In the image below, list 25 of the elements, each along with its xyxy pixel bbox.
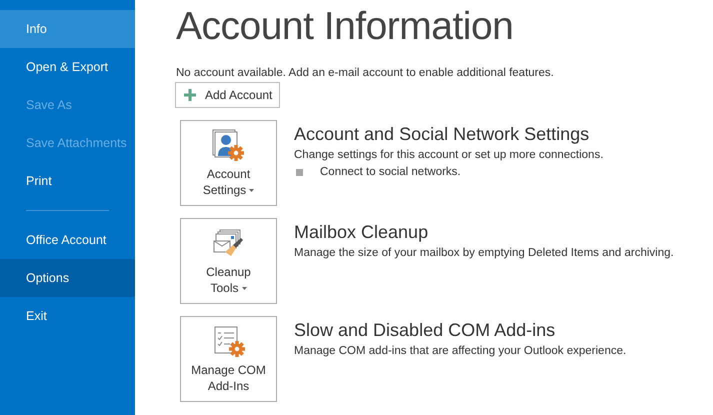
section-description: Manage COM add-ins that are affecting your Outlook experience. xyxy=(294,345,626,357)
sidebar-item[interactable]: Info xyxy=(0,10,135,48)
info-text: No account available. Add an e-mail account to enable additional features. xyxy=(176,67,555,79)
sidebar-item[interactable]: Options xyxy=(0,259,135,297)
page-title: Account Information xyxy=(176,4,514,50)
manage-com-add-ins-button[interactable]: Manage COM Add-Ins xyxy=(180,316,277,402)
sidebar-item[interactable]: Print xyxy=(0,162,135,200)
caret-icon xyxy=(242,287,246,290)
plus-icon xyxy=(184,89,196,101)
section-description: Change settings for this account or set up more connections. xyxy=(294,149,604,161)
section-heading: Account and Social Network Settings xyxy=(294,123,590,146)
section-description: Manage the size of your mailbox by emptying Deleted Items and archiving. xyxy=(294,247,674,259)
cleanup-tools-button[interactable]: Cleanup Tools xyxy=(180,218,277,304)
section-heading: Mailbox Cleanup xyxy=(294,221,430,244)
sidebar-item[interactable]: Office Account xyxy=(0,221,135,259)
caret-icon xyxy=(249,189,254,192)
section-heading: Slow and Disabled COM Add-ins xyxy=(294,319,556,342)
add-account-button[interactable]: Add Account xyxy=(175,82,280,108)
sidebar-item[interactable]: Open & Export xyxy=(0,48,135,86)
account-settings-button[interactable]: Account Settings xyxy=(180,120,277,206)
bullet-text: Connect to social networks. xyxy=(320,166,461,178)
sidebar-item[interactable]: Exit xyxy=(0,297,135,335)
checklist-gear-icon xyxy=(212,325,246,359)
account-settings-icon xyxy=(212,129,246,163)
bullet-icon xyxy=(296,168,303,176)
